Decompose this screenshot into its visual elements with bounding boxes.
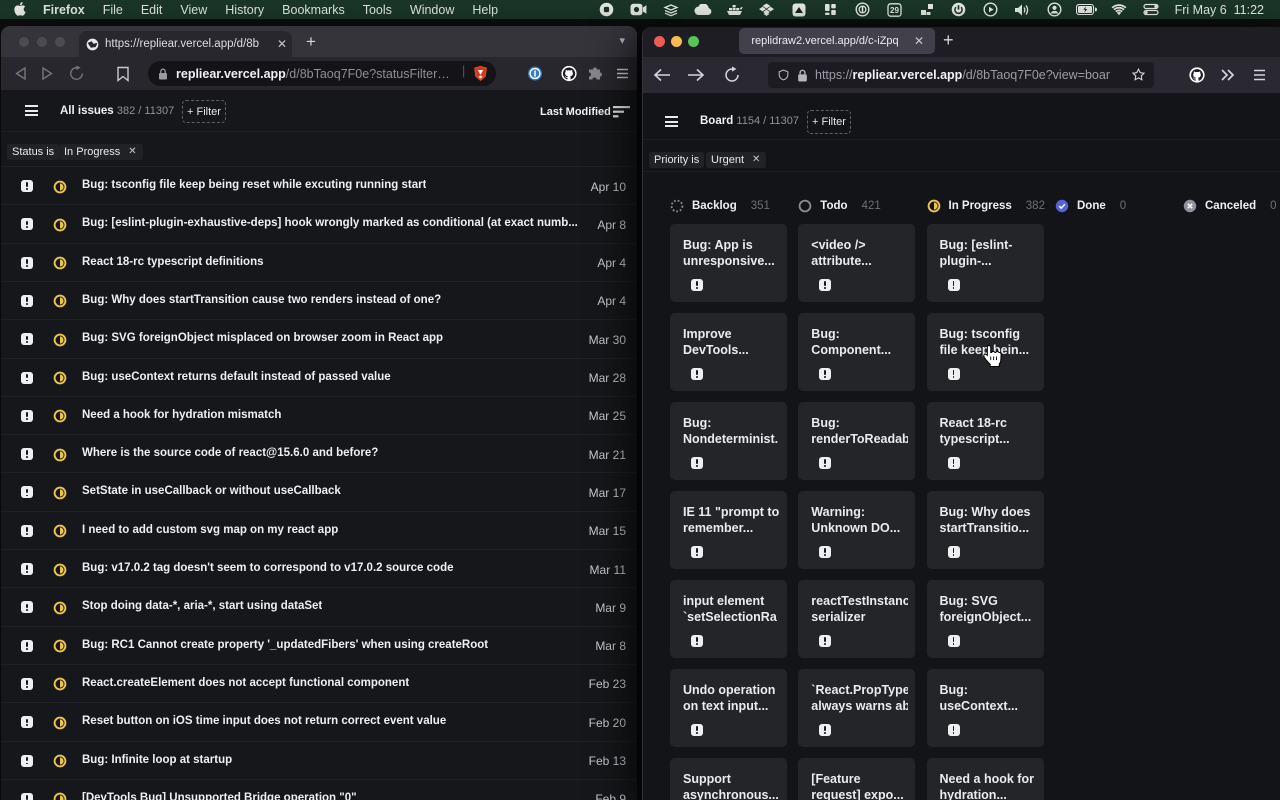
svg-text:29: 29: [890, 6, 899, 15]
